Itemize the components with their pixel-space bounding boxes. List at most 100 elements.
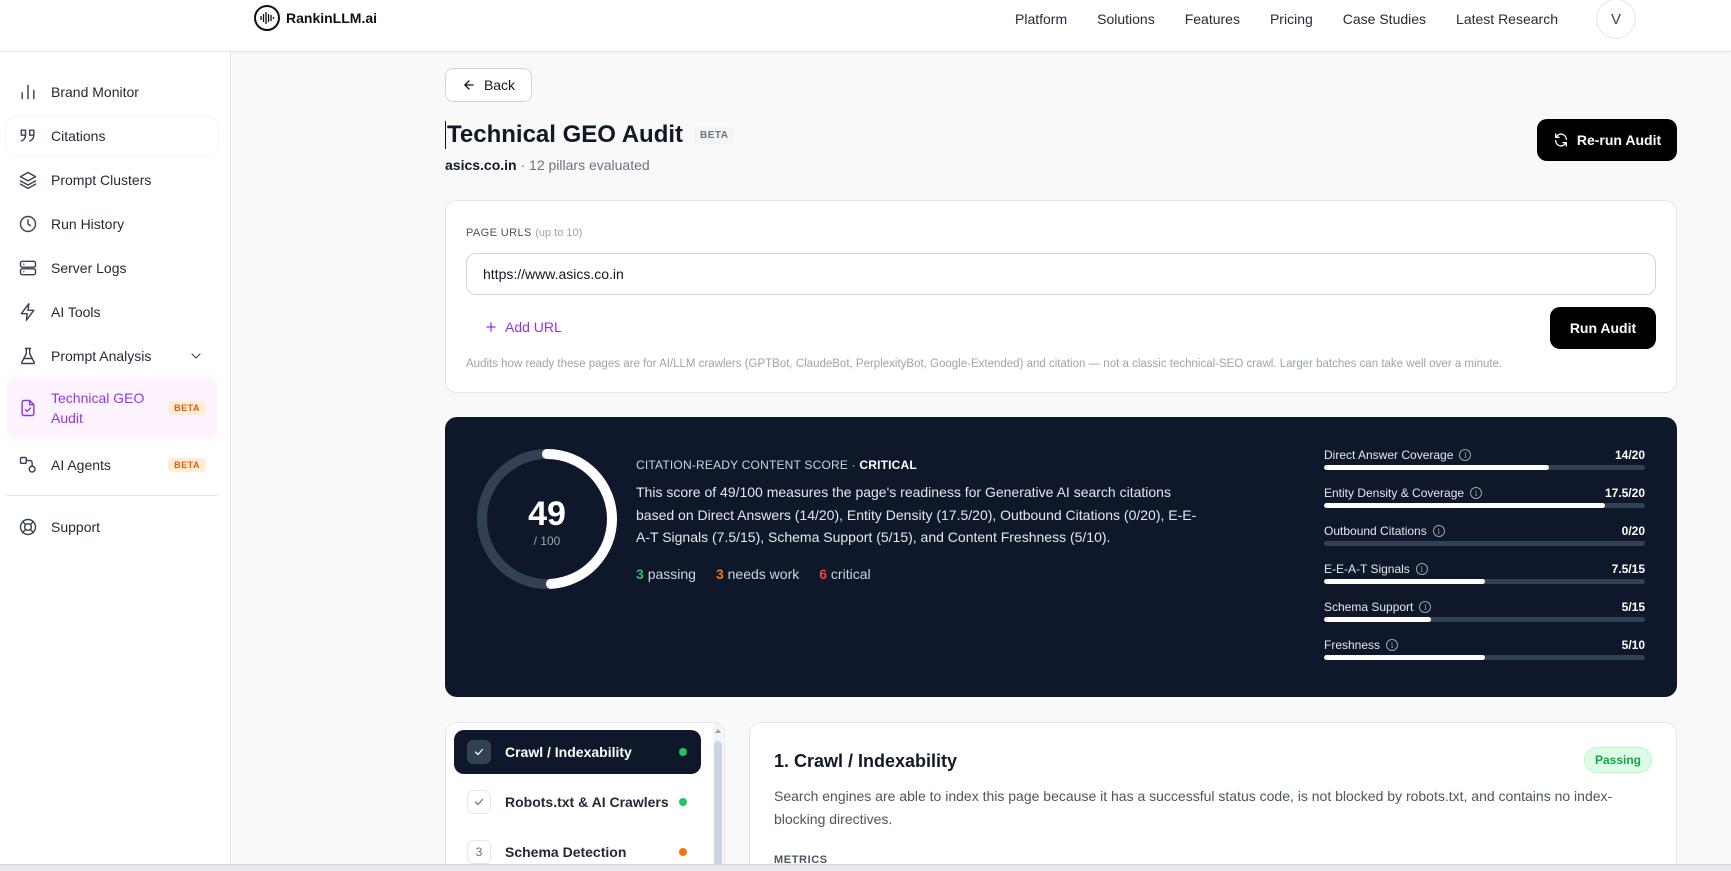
nav-link-latest-research[interactable]: Latest Research bbox=[1456, 11, 1558, 27]
run-audit-button[interactable]: Run Audit bbox=[1550, 307, 1656, 349]
status-badge: Passing bbox=[1583, 747, 1652, 773]
passing-count: 3 bbox=[636, 566, 644, 582]
sidebar-item-label: Citations bbox=[51, 128, 106, 144]
nav-link-pricing[interactable]: Pricing bbox=[1270, 11, 1313, 27]
metric-label: Entity Density & Coverage i bbox=[1324, 486, 1645, 500]
needs-work-stat: 3 needs work bbox=[716, 566, 799, 582]
nav-link-features[interactable]: Features bbox=[1185, 11, 1240, 27]
top-nav: RankinLLM.ai Platform Solutions Features… bbox=[0, 0, 1731, 52]
pillar-label: Robots.txt & AI Crawlers bbox=[505, 794, 669, 810]
urls-help-text: Audits how ready these pages are for AI/… bbox=[466, 358, 1503, 370]
flask-icon bbox=[20, 347, 36, 365]
score-heading: CITATION-READY CONTENT SCORE · CRITICAL bbox=[636, 458, 917, 472]
sidebar-item-brand-monitor[interactable]: Brand Monitor bbox=[6, 73, 218, 111]
metric-value: 5/15 bbox=[1621, 600, 1645, 614]
plus-icon bbox=[486, 322, 496, 332]
page-urls-label: PAGE URLS (up to 10) bbox=[466, 227, 582, 239]
back-label: Back bbox=[483, 77, 516, 93]
pillar-item-crawl-indexability[interactable]: Crawl / Indexability bbox=[454, 730, 701, 774]
page-subtitle: asics.co.in · 12 pillars evaluated bbox=[445, 157, 650, 173]
audit-domain: asics.co.in bbox=[445, 157, 517, 173]
pillar-list: Crawl / Indexability Robots.txt & AI Cra… bbox=[445, 722, 725, 871]
sidebar-item-label: Support bbox=[51, 519, 101, 535]
metric-label: Outbound Citations i bbox=[1324, 524, 1645, 538]
pillar-detail: 1. Crawl / Indexability Passing Search e… bbox=[749, 722, 1677, 871]
scroll-up-icon bbox=[715, 729, 721, 733]
sidebar-item-label: Server Logs bbox=[51, 260, 127, 276]
metric-row: Outbound Citations i 0/20 bbox=[1324, 524, 1645, 562]
metric-value: 5/10 bbox=[1621, 638, 1645, 652]
sidebar-item-server-logs[interactable]: Server Logs bbox=[6, 249, 218, 287]
add-url-button[interactable]: Add URL bbox=[484, 319, 562, 335]
metric-label: Schema Support i bbox=[1324, 600, 1645, 614]
metric-bar-fill bbox=[1324, 617, 1431, 622]
info-icon[interactable]: i bbox=[1386, 639, 1399, 651]
info-icon[interactable]: i bbox=[1459, 449, 1472, 461]
metric-bar bbox=[1324, 465, 1645, 470]
scrollbar-thumb[interactable] bbox=[714, 741, 722, 870]
sidebar-item-ai-agents[interactable]: AI Agents BETA bbox=[6, 446, 218, 484]
sidebar-item-label: Technical GEO Audit bbox=[51, 390, 145, 426]
info-icon[interactable]: i bbox=[1470, 487, 1483, 499]
horizontal-scrollbar[interactable] bbox=[0, 864, 1731, 871]
sidebar-item-prompt-clusters[interactable]: Prompt Clusters bbox=[6, 161, 218, 199]
info-icon[interactable]: i bbox=[1419, 601, 1432, 613]
metric-row: Entity Density & Coverage i 17.5/20 bbox=[1324, 486, 1645, 524]
metric-row: Freshness i 5/10 bbox=[1324, 638, 1645, 676]
metric-value: 17.5/20 bbox=[1604, 486, 1645, 500]
nav-link-case-studies[interactable]: Case Studies bbox=[1343, 11, 1426, 27]
server-icon bbox=[19, 260, 37, 276]
sidebar-item-run-history[interactable]: Run History bbox=[6, 205, 218, 243]
status-dot bbox=[679, 748, 687, 756]
nav-link-solutions[interactable]: Solutions bbox=[1097, 11, 1155, 27]
metric-list: Direct Answer Coverage i 14/20 Entity Densi… bbox=[1324, 448, 1645, 676]
nav-link-platform[interactable]: Platform bbox=[1015, 11, 1067, 27]
metric-label: Freshness i bbox=[1324, 638, 1645, 652]
refresh-icon bbox=[1554, 133, 1567, 147]
lifebuoy-icon bbox=[19, 518, 37, 536]
pillar-label: Crawl / Indexability bbox=[505, 744, 632, 760]
back-button[interactable]: Back bbox=[445, 68, 532, 102]
bar-chart-icon bbox=[21, 84, 35, 100]
bolt-icon bbox=[20, 302, 35, 322]
clock-icon bbox=[19, 215, 37, 233]
rerun-audit-button[interactable]: Re-run Audit bbox=[1537, 119, 1677, 161]
sidebar-item-support[interactable]: Support bbox=[6, 508, 218, 546]
metric-bar-fill bbox=[1324, 465, 1549, 470]
sidebar-item-citations[interactable]: Citations bbox=[6, 117, 218, 155]
metric-name: E-E-A-T Signals bbox=[1324, 562, 1410, 576]
pillar-item-robots-ai-crawlers[interactable]: Robots.txt & AI Crawlers bbox=[454, 780, 701, 824]
avatar[interactable]: V bbox=[1596, 0, 1636, 39]
metric-label: E-E-A-T Signals i bbox=[1324, 562, 1645, 576]
metric-name: Schema Support bbox=[1324, 600, 1414, 614]
sidebar-item-ai-tools[interactable]: AI Tools bbox=[6, 293, 218, 331]
metric-bar bbox=[1324, 503, 1645, 508]
pillars-note: · 12 pillars evaluated bbox=[520, 157, 650, 173]
score-severity: CRITICAL bbox=[859, 458, 917, 472]
metric-label: Direct Answer Coverage i bbox=[1324, 448, 1645, 462]
info-icon[interactable]: i bbox=[1415, 563, 1428, 575]
logo[interactable]: RankinLLM.ai bbox=[254, 5, 377, 31]
url-input[interactable] bbox=[466, 253, 1656, 295]
rerun-label: Re-run Audit bbox=[1576, 132, 1662, 148]
sidebar-item-prompt-analysis[interactable]: Prompt Analysis bbox=[6, 337, 218, 375]
needs-work-label: needs work bbox=[727, 566, 800, 582]
nav-links: Platform Solutions Features Pricing Case… bbox=[985, 0, 1731, 39]
passing-label: passing bbox=[647, 566, 696, 582]
agents-icon bbox=[19, 456, 36, 473]
metric-value: 14/20 bbox=[1614, 448, 1645, 462]
metric-bar bbox=[1324, 541, 1645, 546]
beta-badge: BETA bbox=[168, 458, 206, 472]
sidebar-item-label: Prompt Clusters bbox=[51, 172, 152, 188]
pillar-number: 3 bbox=[467, 840, 491, 864]
info-icon[interactable]: i bbox=[1432, 525, 1445, 537]
metric-bar-fill bbox=[1324, 503, 1605, 508]
detail-description: Search engines are able to index this pa… bbox=[774, 788, 1613, 827]
metric-value: 7.5/15 bbox=[1611, 562, 1645, 576]
logo-mark-icon bbox=[254, 5, 280, 31]
sidebar-item-technical-geo-audit[interactable]: Technical GEO Audit BETA bbox=[6, 377, 218, 439]
status-dot bbox=[679, 798, 687, 806]
metric-bar bbox=[1324, 579, 1645, 584]
critical-stat: 6 critical bbox=[819, 566, 870, 582]
chevron-down-icon bbox=[191, 353, 201, 359]
